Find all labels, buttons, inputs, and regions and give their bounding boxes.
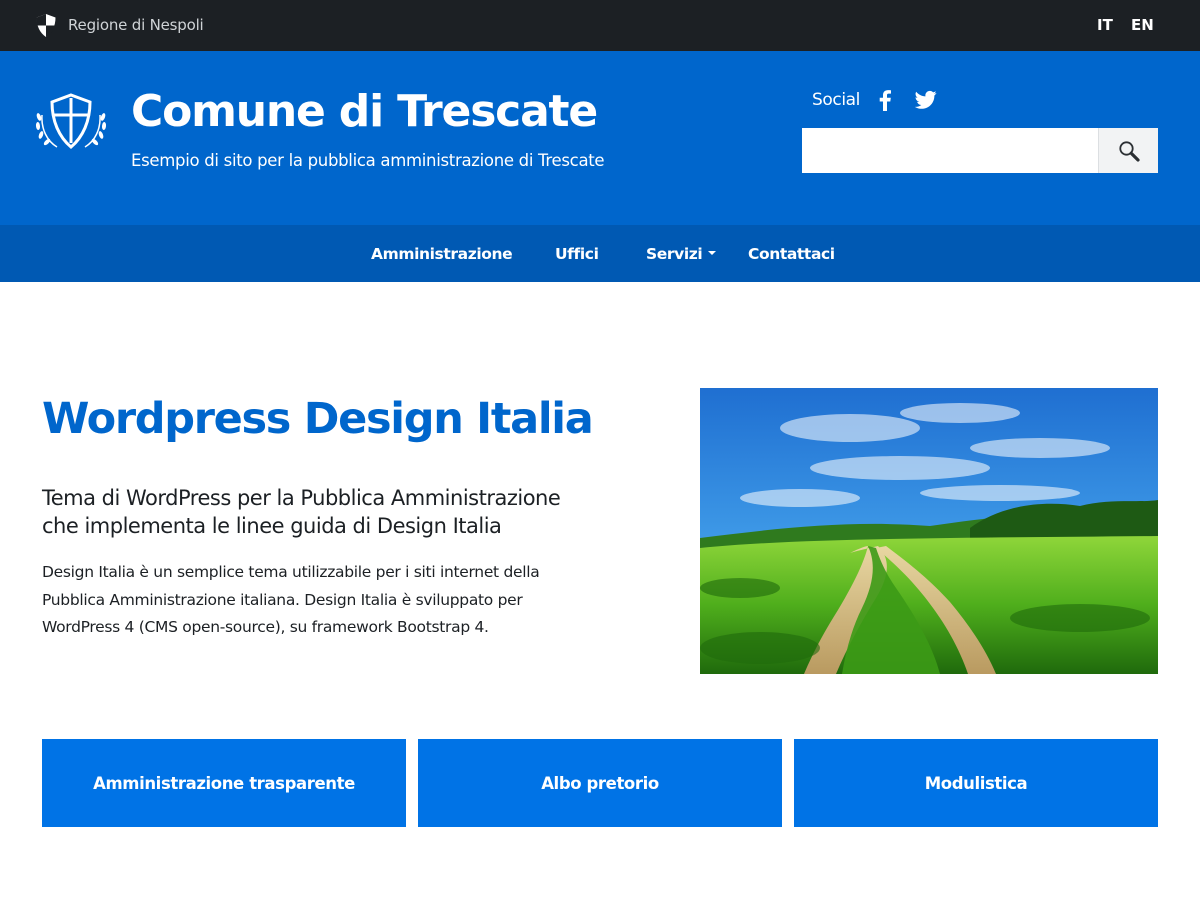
nav-item-servizi[interactable]: Servizi bbox=[646, 244, 717, 264]
site-title[interactable]: Comune di Trescate bbox=[131, 85, 598, 139]
social-label: Social bbox=[812, 90, 861, 110]
quick-link-albo-pretorio[interactable]: Albo pretorio bbox=[418, 739, 782, 827]
hero-subtitle: Tema di WordPress per la Pubblica Ammini… bbox=[42, 486, 561, 538]
magnifier-icon bbox=[1118, 140, 1140, 162]
quick-link-amministrazione-trasparente[interactable]: Amministrazione trasparente bbox=[42, 739, 406, 827]
hero-landscape-image bbox=[700, 388, 1158, 674]
site-subtitle: Esempio di sito per la pubblica amminist… bbox=[131, 151, 605, 170]
language-en-link[interactable]: EN bbox=[1131, 15, 1154, 35]
search-button[interactable] bbox=[1098, 128, 1158, 173]
main-navigation: Amministrazione Uffici Servizi Contattac… bbox=[0, 225, 1200, 282]
top-bar: Regione di Nespoli IT EN bbox=[0, 0, 1200, 51]
language-it-link[interactable]: IT bbox=[1097, 15, 1113, 35]
twitter-icon[interactable] bbox=[915, 90, 937, 110]
page-title: Wordpress Design Italia bbox=[42, 394, 594, 444]
hero-description: Design Italia è un semplice tema utilizz… bbox=[42, 563, 540, 636]
shield-icon bbox=[36, 14, 56, 37]
nav-item-servizi-label: Servizi bbox=[646, 245, 703, 263]
facebook-icon[interactable] bbox=[878, 89, 892, 111]
search-input[interactable] bbox=[802, 128, 1098, 173]
region-link[interactable]: Regione di Nespoli bbox=[68, 15, 204, 35]
site-header: Comune di Trescate Esempio di sito per l… bbox=[0, 51, 1200, 225]
crest-shield-laurel-icon[interactable] bbox=[33, 93, 109, 151]
nav-item-amministrazione[interactable]: Amministrazione bbox=[371, 244, 513, 264]
quick-link-modulistica[interactable]: Modulistica bbox=[794, 739, 1158, 827]
chevron-down-icon bbox=[708, 250, 717, 255]
nav-item-uffici[interactable]: Uffici bbox=[555, 244, 599, 264]
nav-item-contattaci[interactable]: Contattaci bbox=[748, 244, 835, 264]
